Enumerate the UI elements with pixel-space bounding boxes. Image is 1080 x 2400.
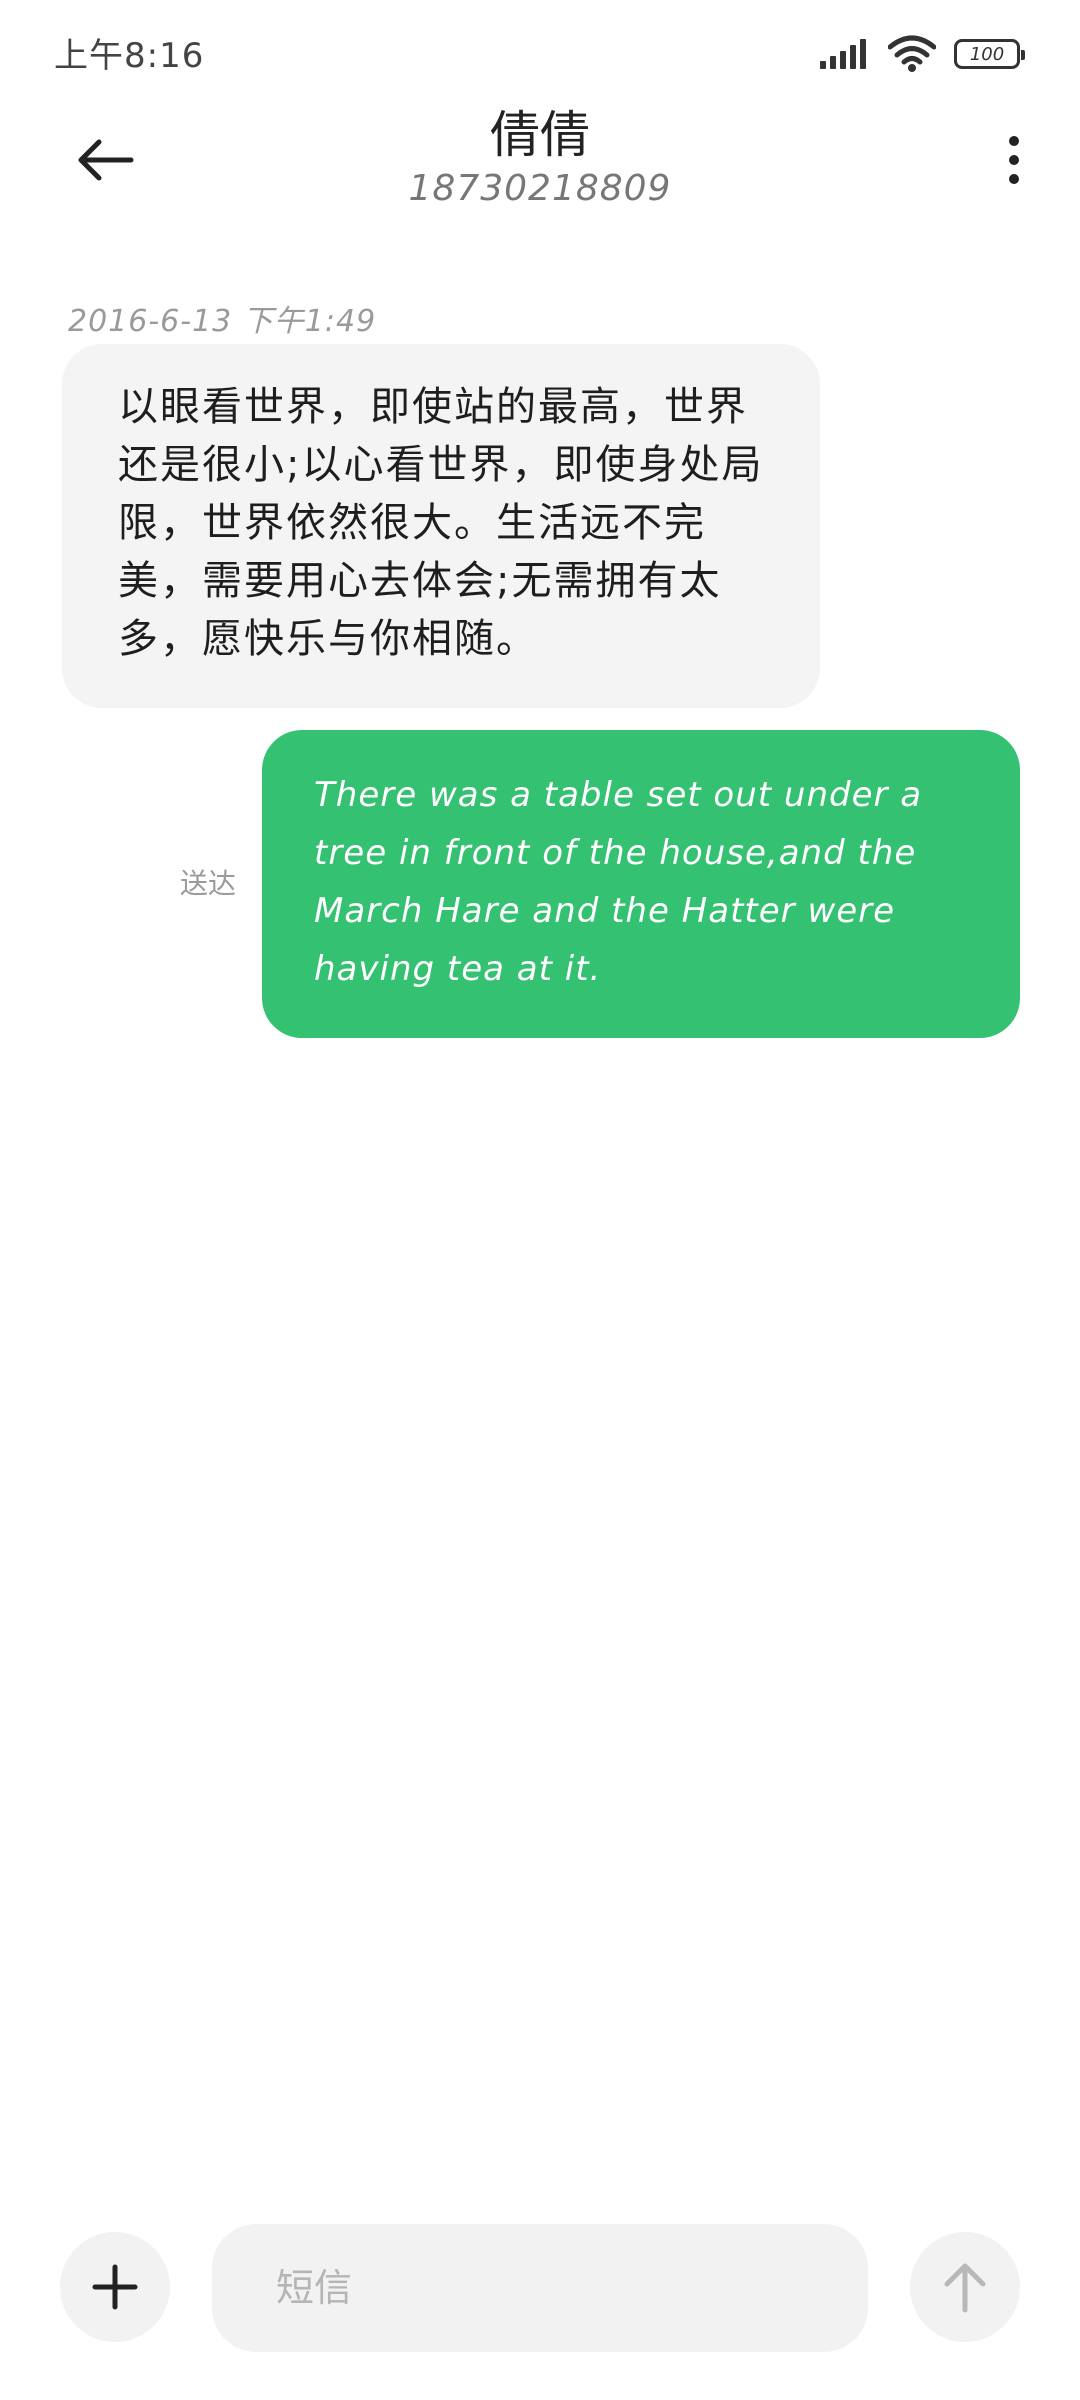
incoming-message-bubble[interactable]: 以眼看世界，即使站的最高，世界还是很小;以心看世界，即使身处局限，世界依然很大。…	[62, 344, 820, 708]
arrow-left-icon	[78, 139, 134, 181]
battery-icon: 100	[954, 39, 1025, 69]
more-options-button[interactable]	[984, 120, 1044, 200]
delivery-status: 送达	[180, 867, 237, 900]
attach-button[interactable]	[60, 2232, 170, 2342]
message-timestamp: 2016-6-13 下午1:49	[68, 304, 377, 339]
conversation-header: 倩倩 18730218809	[0, 100, 1080, 230]
contact-name: 倩倩	[490, 106, 590, 164]
status-time: 上午8:16	[54, 36, 205, 76]
contact-number: 18730218809	[408, 168, 672, 209]
status-icons: 100	[818, 34, 1025, 74]
back-button[interactable]	[60, 120, 150, 200]
battery-level: 100	[969, 43, 1005, 65]
arrow-up-icon	[944, 2263, 986, 2313]
send-button[interactable]	[910, 2232, 1020, 2342]
plus-icon	[92, 2264, 138, 2310]
wifi-icon	[888, 35, 936, 72]
contact-info: 倩倩 18730218809	[240, 104, 840, 212]
outgoing-message-bubble[interactable]: There was a table set out under a tree i…	[262, 730, 1020, 1038]
more-vertical-icon	[1009, 136, 1019, 184]
status-bar: 上午8:16 100	[0, 0, 1080, 110]
message-composer	[0, 2220, 1080, 2360]
message-input[interactable]	[212, 2224, 868, 2352]
signal-icon	[820, 39, 866, 69]
